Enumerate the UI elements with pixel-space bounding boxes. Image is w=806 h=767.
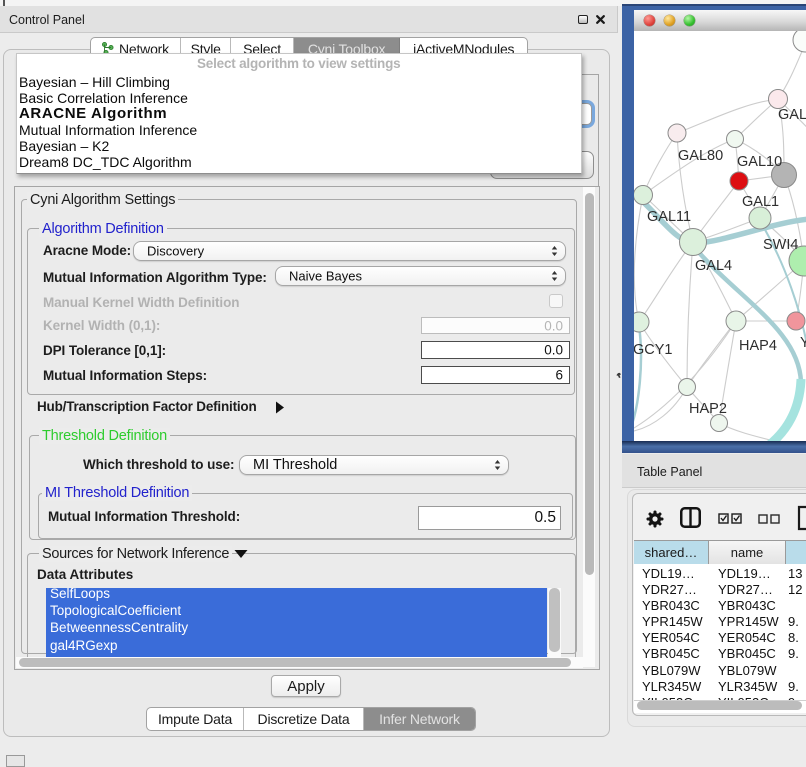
svg-text:SWI4: SWI4 bbox=[763, 237, 798, 253]
svg-text:HAP2: HAP2 bbox=[689, 401, 727, 417]
svg-text:HAP4: HAP4 bbox=[739, 338, 777, 354]
svg-text:GAL80: GAL80 bbox=[678, 148, 723, 164]
svg-text:Y: Y bbox=[800, 335, 806, 351]
svg-text:GCY1: GCY1 bbox=[634, 342, 673, 358]
svg-text:GAL4: GAL4 bbox=[695, 258, 732, 274]
svg-text:GAL2: GAL2 bbox=[778, 107, 806, 123]
svg-text:GAL11: GAL11 bbox=[647, 209, 691, 225]
svg-text:GAL1: GAL1 bbox=[742, 194, 779, 210]
svg-text:GAL10: GAL10 bbox=[737, 154, 782, 170]
